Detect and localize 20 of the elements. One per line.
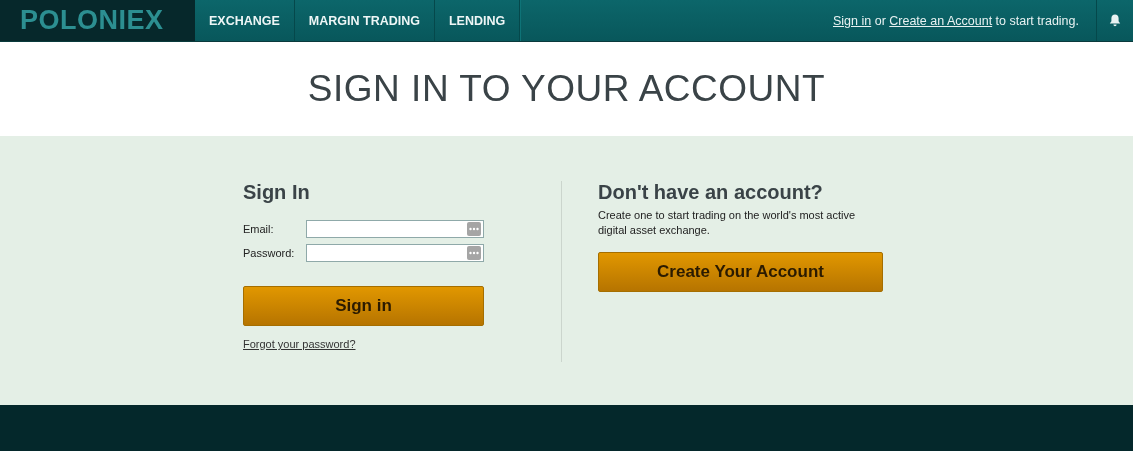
register-description: Create one to start trading on the world's most active digital asset exchange.	[598, 208, 857, 238]
input-field[interactable]	[306, 244, 484, 262]
sign-in-button[interactable]: Sign in	[243, 286, 484, 326]
password-manager-icon[interactable]	[467, 246, 481, 260]
password-manager-icon[interactable]	[467, 222, 481, 236]
account-prompt: Sign in or Create an Account to start trading.	[833, 13, 1079, 28]
sign-in-heading: Sign In	[243, 181, 311, 204]
register-heading: Don't have an account?	[598, 181, 824, 204]
nav-tab[interactable]: MARGIN TRADING	[294, 0, 435, 41]
sign-in-link[interactable]: Sign in	[833, 13, 872, 28]
page-title: SIGN IN TO YOUR ACCOUNT	[307, 68, 826, 110]
bell-icon[interactable]	[1109, 14, 1121, 27]
create-account-link[interactable]: Create an Account	[889, 13, 993, 28]
nav-tab[interactable]: LENDING	[434, 0, 521, 41]
nav-tab[interactable]: EXCHANGE	[195, 0, 295, 41]
create-account-button[interactable]: Create Your Account	[598, 252, 883, 292]
field-label: Email:	[243, 223, 274, 235]
field-label: Password:	[243, 247, 295, 259]
forgot-password-link[interactable]: Forgot your password?	[243, 338, 356, 350]
input-field[interactable]	[306, 220, 484, 238]
